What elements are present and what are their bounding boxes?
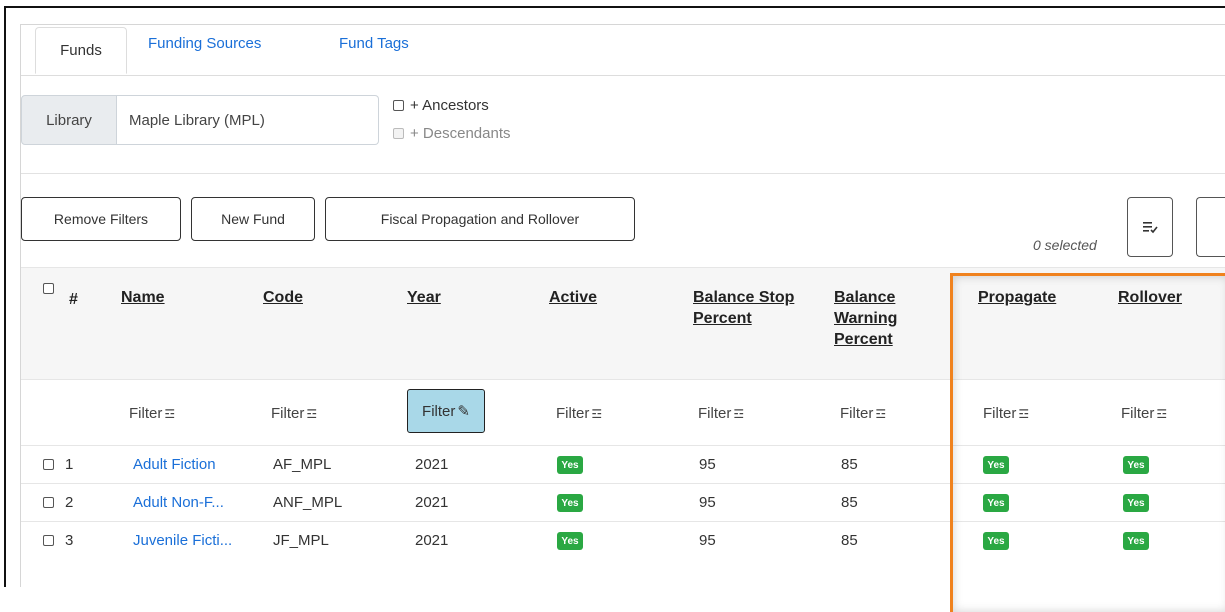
col-name-header[interactable]: Name bbox=[121, 287, 165, 308]
library-addon-label: Library bbox=[21, 95, 117, 145]
balance-stop-value: 95 bbox=[699, 532, 716, 549]
toolbar-extra-button[interactable] bbox=[1196, 197, 1225, 257]
col-balance-stop-header[interactable]: Balance Stop Percent bbox=[693, 287, 794, 329]
balance-stop-value: 95 bbox=[699, 494, 716, 511]
filter-balance-stop[interactable]: Filter ☲ bbox=[698, 405, 744, 422]
filter-name-label: Filter bbox=[129, 405, 163, 422]
column-picker-button[interactable] bbox=[1127, 197, 1173, 257]
tab-fund-tags[interactable]: Fund Tags bbox=[339, 35, 409, 52]
col-active-header[interactable]: Active bbox=[549, 287, 597, 308]
filter-year-label: Filter bbox=[422, 402, 456, 420]
select-all-checkbox[interactable] bbox=[43, 283, 54, 294]
fiscal-propagation-button[interactable]: Fiscal Propagation and Rollover bbox=[325, 197, 635, 241]
balance-warning-value: 85 bbox=[841, 494, 858, 511]
filter-icon: ☲ bbox=[733, 407, 745, 421]
fund-name-link[interactable]: Juvenile Ficti... bbox=[133, 532, 232, 549]
row-checkbox[interactable] bbox=[43, 535, 54, 546]
filter-code-label: Filter bbox=[271, 405, 305, 422]
fund-name-link[interactable]: Adult Non-F... bbox=[133, 494, 224, 511]
new-fund-button[interactable]: New Fund bbox=[191, 197, 315, 241]
col-balance-warning-header[interactable]: Balance Warning Percent bbox=[834, 287, 897, 350]
tab-funding-sources[interactable]: Funding Sources bbox=[148, 35, 261, 52]
row-number: 2 bbox=[65, 494, 74, 511]
filter-active[interactable]: Filter ☲ bbox=[556, 405, 602, 422]
row-checkbox[interactable] bbox=[43, 459, 54, 470]
column-picker-icon bbox=[1143, 222, 1158, 234]
row-checkbox[interactable] bbox=[43, 497, 54, 508]
descendants-option: + Descendants bbox=[393, 125, 510, 142]
filter-balance-warning-label: Filter bbox=[840, 405, 874, 422]
funds-panel: Funds Funding Sources Fund Tags Library … bbox=[20, 24, 1225, 612]
filter-active-label: Filter bbox=[556, 405, 590, 422]
filter-name[interactable]: Filter ☲ bbox=[129, 405, 175, 422]
balance-warning-value: 85 bbox=[841, 532, 858, 549]
balance-warning-line3: Percent bbox=[834, 331, 893, 348]
library-selector: Library Maple Library (MPL) bbox=[21, 95, 379, 145]
ancestors-option[interactable]: + Ancestors bbox=[393, 97, 489, 114]
row-number: 3 bbox=[65, 532, 74, 549]
library-input[interactable]: Maple Library (MPL) bbox=[117, 95, 379, 145]
balance-warning-line1: Balance bbox=[834, 289, 896, 306]
col-number-header: # bbox=[69, 291, 78, 308]
filter-icon: ☲ bbox=[164, 407, 176, 421]
filter-icon: ☲ bbox=[591, 407, 603, 421]
fund-code: JF_MPL bbox=[273, 532, 329, 549]
fund-code: ANF_MPL bbox=[273, 494, 343, 511]
ancestors-checkbox[interactable] bbox=[393, 100, 404, 111]
active-yes-badge: Yes bbox=[557, 494, 583, 512]
filter-code[interactable]: Filter ☲ bbox=[271, 405, 317, 422]
row-number: 1 bbox=[65, 456, 74, 473]
balance-stop-line1: Balance Stop bbox=[693, 289, 795, 306]
active-yes-badge: Yes bbox=[557, 456, 583, 474]
balance-warning-value: 85 bbox=[841, 456, 858, 473]
tab-bar: Funds Funding Sources Fund Tags bbox=[21, 25, 1225, 76]
filter-balance-warning[interactable]: Filter ☲ bbox=[840, 405, 886, 422]
remove-filters-button[interactable]: Remove Filters bbox=[21, 197, 181, 241]
fund-year: 2021 bbox=[415, 456, 449, 473]
balance-warning-line2: Warning bbox=[834, 310, 898, 327]
tab-funds[interactable]: Funds bbox=[35, 27, 127, 74]
filter-icon: ☲ bbox=[306, 407, 318, 421]
balance-stop-value: 95 bbox=[699, 456, 716, 473]
fund-name-link[interactable]: Adult Fiction bbox=[133, 456, 216, 473]
ancestors-label: + Ancestors bbox=[410, 97, 489, 114]
highlight-box bbox=[950, 273, 1225, 612]
col-code-header[interactable]: Code bbox=[263, 287, 303, 308]
divider bbox=[21, 173, 1225, 174]
balance-stop-line2: Percent bbox=[693, 310, 752, 327]
descendants-label: + Descendants bbox=[410, 125, 511, 142]
fund-year: 2021 bbox=[415, 532, 449, 549]
filter-icon: ☲ bbox=[875, 407, 887, 421]
active-yes-badge: Yes bbox=[557, 532, 583, 550]
filter-balance-stop-label: Filter bbox=[698, 405, 732, 422]
fund-year: 2021 bbox=[415, 494, 449, 511]
col-year-header[interactable]: Year bbox=[407, 287, 441, 308]
fund-code: AF_MPL bbox=[273, 456, 332, 473]
pencil-icon: ✎ bbox=[457, 403, 470, 420]
descendants-checkbox bbox=[393, 128, 404, 139]
selected-count: 0 selected bbox=[1033, 237, 1097, 253]
filter-year-active[interactable]: Filter ✎ bbox=[407, 389, 485, 433]
